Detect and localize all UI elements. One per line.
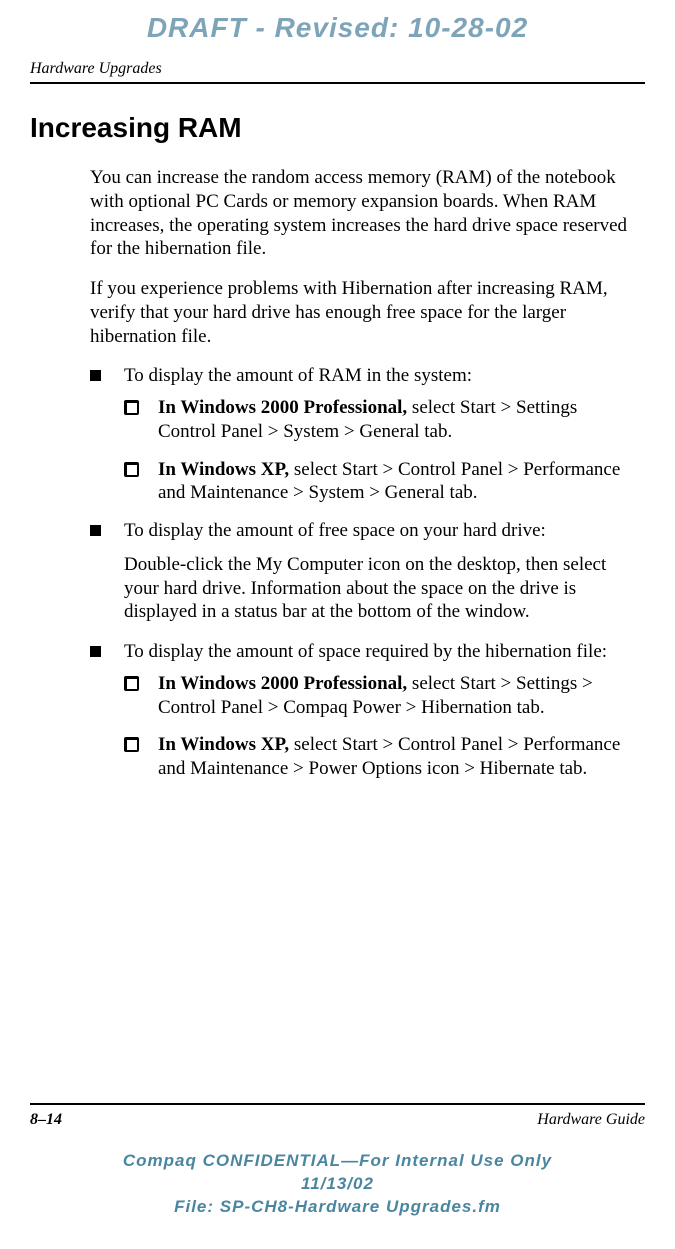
draft-watermark: DRAFT - Revised: 10-28-02: [0, 12, 675, 44]
page-content: Hardware Upgrades Increasing RAM You can…: [30, 60, 645, 795]
confidential-notice: Compaq CONFIDENTIAL—For Internal Use Onl…: [0, 1150, 675, 1219]
sub-item-bold: In Windows XP,: [158, 734, 289, 755]
sub-item-bold: In Windows 2000 Professional,: [158, 673, 407, 694]
sub-list-item: In Windows 2000 Professional, select Sta…: [124, 396, 635, 444]
confidential-date: 11/13/02: [0, 1173, 675, 1196]
sub-item-bold: In Windows XP,: [158, 459, 289, 480]
list-item-lead: To display the amount of space required …: [124, 641, 607, 662]
list-item-paragraph: Double-click the My Computer icon on the…: [124, 553, 635, 624]
sub-list-item: In Windows XP, select Start > Control Pa…: [124, 458, 635, 506]
list-item: To display the amount of space required …: [90, 640, 635, 781]
sub-list-item: In Windows 2000 Professional, select Sta…: [124, 672, 635, 720]
list-item-lead: To display the amount of RAM in the syst…: [124, 365, 472, 386]
sub-list-item: In Windows XP, select Start > Control Pa…: [124, 733, 635, 781]
sub-item-bold: In Windows 2000 Professional,: [158, 397, 407, 418]
paragraph: If you experience problems with Hibernat…: [90, 277, 635, 348]
header-section-title: Hardware Upgrades: [30, 60, 162, 77]
list-item: To display the amount of free space on y…: [90, 519, 635, 624]
sub-list: In Windows 2000 Professional, select Sta…: [124, 672, 635, 781]
running-header: Hardware Upgrades: [30, 60, 645, 84]
footer-page-number: 8–14: [30, 1111, 62, 1129]
paragraph: You can increase the random access memor…: [90, 166, 635, 261]
body-text: You can increase the random access memor…: [90, 166, 635, 781]
section-heading: Increasing RAM: [30, 112, 645, 144]
bullet-list: To display the amount of RAM in the syst…: [90, 364, 635, 781]
sub-list: In Windows 2000 Professional, select Sta…: [124, 396, 635, 505]
confidential-line: Compaq CONFIDENTIAL—For Internal Use Onl…: [0, 1150, 675, 1173]
confidential-file: File: SP-CH8-Hardware Upgrades.fm: [0, 1196, 675, 1219]
footer-book-title: Hardware Guide: [537, 1111, 645, 1129]
list-item: To display the amount of RAM in the syst…: [90, 364, 635, 505]
list-item-lead: To display the amount of free space on y…: [124, 520, 546, 541]
page-footer: 8–14 Hardware Guide: [30, 1103, 645, 1129]
